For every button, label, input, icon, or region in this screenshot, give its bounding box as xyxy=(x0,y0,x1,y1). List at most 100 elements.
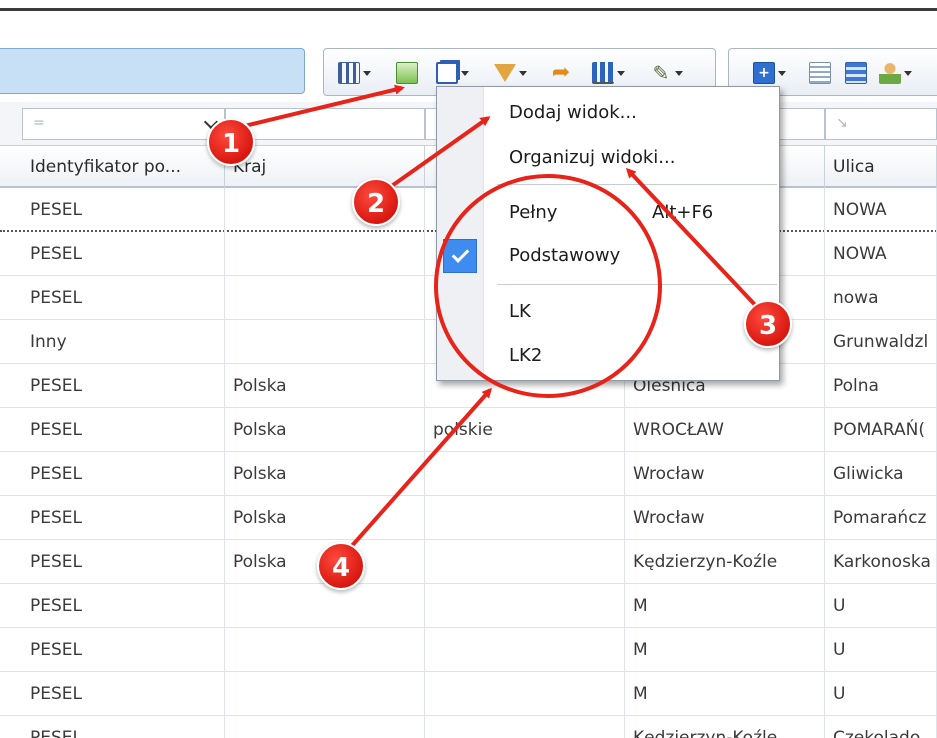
menu-separator xyxy=(497,184,777,185)
table-cell: M xyxy=(625,672,825,716)
chevron-down-icon xyxy=(778,70,786,76)
table-cell xyxy=(425,584,625,628)
table-cell: Wrocław xyxy=(625,496,825,540)
menu-item-organize-views[interactable]: Organizuj widoki... xyxy=(437,139,779,177)
wand-icon: ✎ xyxy=(652,61,670,85)
menu-item-full[interactable]: Pełny Alt+F6 xyxy=(437,194,779,232)
columns-icon xyxy=(338,62,360,84)
table-cell xyxy=(425,716,625,738)
table-cell xyxy=(425,452,625,496)
add-user-button[interactable] xyxy=(879,59,912,87)
filter-placeholder: = xyxy=(33,115,45,131)
table-cell: Polska xyxy=(225,452,425,496)
table-cell: WROCŁAW xyxy=(625,408,825,452)
table-cell: PESEL xyxy=(22,716,225,738)
menu-item-lk2[interactable]: LK2 xyxy=(437,337,779,375)
table-row[interactable]: PESEL M U xyxy=(0,628,937,672)
menu-item-add-view[interactable]: Dodaj widok... xyxy=(437,94,779,132)
table-cell: U xyxy=(825,584,937,628)
table-cell: Polska xyxy=(225,496,425,540)
menu-item-label: LK2 xyxy=(509,345,543,366)
menu-item-label: Pełny xyxy=(509,202,558,223)
table-cell: PESEL xyxy=(22,540,225,584)
table-cell: Polska xyxy=(225,408,425,452)
filter-cell-kraj[interactable] xyxy=(225,108,425,140)
column-header-identyfikator[interactable]: Identyfikator po... xyxy=(22,146,225,188)
menu-separator xyxy=(497,284,777,285)
table-cell: Kędzierzyn-Koźle xyxy=(625,716,825,738)
table-cell: POMARAŃ( xyxy=(825,408,937,452)
table-cell: NOWA xyxy=(825,188,937,232)
wand-button[interactable]: ✎ xyxy=(650,59,683,87)
table-row[interactable]: PESEL Polska Kędzierzyn-Koźle Karkonoska xyxy=(0,540,937,584)
table-cell: PESEL xyxy=(22,364,225,408)
menu-item-label: Organizuj widoki... xyxy=(509,147,676,168)
table-row[interactable]: PESEL M U xyxy=(0,672,937,716)
table-cell: Wrocław xyxy=(625,452,825,496)
table-cell xyxy=(425,628,625,672)
table-cell: polskie xyxy=(425,408,625,452)
chevron-down-icon xyxy=(617,70,625,76)
filter-button[interactable] xyxy=(494,59,527,87)
table-cell xyxy=(225,716,425,738)
table-cell: Inny xyxy=(22,320,225,364)
table-row[interactable]: PESEL M U xyxy=(0,584,937,628)
step-badge-1: 1 xyxy=(207,118,255,166)
add-button[interactable]: + xyxy=(753,59,786,87)
chevron-down-icon xyxy=(904,70,912,76)
table-row[interactable]: PESEL Polska Wrocław Pomarańcz xyxy=(0,496,937,540)
step-badge-2: 2 xyxy=(352,178,400,226)
table-cell: PESEL xyxy=(22,672,225,716)
table-cell: M xyxy=(625,628,825,672)
filter-cell-identyfikator[interactable]: = xyxy=(22,108,225,140)
step-badge-4: 4 xyxy=(317,542,365,590)
table-cell xyxy=(225,672,425,716)
views-button[interactable] xyxy=(436,59,469,87)
table-cell: Karkonoska xyxy=(825,540,937,584)
chart-button[interactable] xyxy=(592,59,625,87)
table-cell: Kędzierzyn-Koźle xyxy=(625,540,825,584)
chevron-down-icon xyxy=(363,70,371,76)
table-cell: PESEL xyxy=(22,496,225,540)
menu-item-basic[interactable]: Podstawowy xyxy=(437,237,779,275)
views-icon xyxy=(436,62,458,84)
export-button[interactable] xyxy=(396,59,418,87)
list2-icon xyxy=(845,62,867,84)
filter-cell-ulica[interactable]: ↘ xyxy=(825,108,937,140)
menu-item-label: Dodaj widok... xyxy=(509,102,637,123)
menu-item-label: LK xyxy=(509,301,531,322)
table-cell: U xyxy=(825,672,937,716)
chevron-down-icon xyxy=(461,70,469,76)
table-cell xyxy=(425,496,625,540)
table-cell: PESEL xyxy=(22,276,225,320)
column-header-kraj[interactable]: Kraj xyxy=(225,146,425,188)
list-button[interactable] xyxy=(809,59,831,87)
check-icon xyxy=(443,239,477,273)
table-cell: Polska xyxy=(225,364,425,408)
search-input[interactable] xyxy=(0,48,305,94)
table-cell: Czekolado xyxy=(825,716,937,738)
menu-item-lk[interactable]: LK xyxy=(437,293,779,331)
table-cell: Pomarańcz xyxy=(825,496,937,540)
table-cell: M xyxy=(625,584,825,628)
filter-icon xyxy=(494,64,516,82)
add-user-icon xyxy=(879,62,901,84)
arrow-icon: ➦ xyxy=(551,60,571,85)
table-row[interactable]: PESEL Polska polskie WROCŁAW POMARAŃ( xyxy=(0,408,937,452)
chevron-down-icon xyxy=(519,70,527,76)
table-row[interactable]: PESEL Kędzierzyn-Koźle Czekolado xyxy=(0,716,937,738)
table-cell: PESEL xyxy=(22,452,225,496)
table-row[interactable]: PESEL Polska Wrocław Gliwicka xyxy=(0,452,937,496)
table-cell xyxy=(425,540,625,584)
table-cell xyxy=(225,276,425,320)
table-cell: NOWA xyxy=(825,232,937,276)
chart-icon xyxy=(592,62,614,84)
table-cell: PESEL xyxy=(22,188,225,232)
column-header-ulica[interactable]: Ulica xyxy=(825,146,937,188)
views-context-menu: Dodaj widok... Organizuj widoki... Pełny… xyxy=(436,86,780,381)
columns-button[interactable] xyxy=(338,59,371,87)
table-cell: Grunwaldzl xyxy=(825,320,937,364)
list2-button[interactable] xyxy=(845,59,867,87)
redo-button[interactable]: ➦ xyxy=(550,59,572,87)
add-icon: + xyxy=(753,62,775,84)
